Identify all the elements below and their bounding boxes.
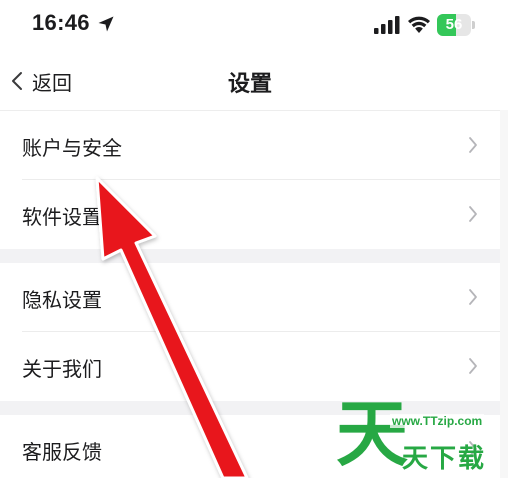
- battery-level-label: 56: [445, 16, 463, 33]
- settings-item-privacy[interactable]: 隐私设置: [0, 263, 500, 332]
- battery-icon: 56: [437, 14, 477, 36]
- wifi-icon: [408, 16, 430, 33]
- settings-item-label: 客服反馈: [22, 440, 102, 464]
- settings-group-privacy: 隐私设置 关于我们: [0, 263, 500, 401]
- watermark-text: 天下载: [402, 444, 487, 474]
- settings-group-account: 账户与安全 软件设置: [0, 111, 500, 249]
- status-bar: 16:46 56: [0, 0, 508, 52]
- watermark-logo-char: 天: [336, 392, 409, 476]
- location-arrow-icon: [98, 16, 114, 32]
- battery-body: 56: [437, 14, 471, 36]
- watermark-url: www.TTzip.com: [390, 414, 485, 428]
- site-watermark: 天 www.TTzip.com 天下载: [330, 392, 508, 478]
- status-time: 16:46: [32, 10, 90, 35]
- navigation-bar: 返回 设置: [0, 52, 508, 111]
- section-divider: [0, 249, 500, 263]
- settings-item-software[interactable]: 软件设置: [0, 180, 500, 249]
- page-title: 设置: [227, 72, 272, 97]
- chevron-right-icon: [469, 289, 477, 305]
- cellular-signal-icon: [374, 16, 400, 34]
- settings-item-label: 关于我们: [22, 357, 102, 381]
- chevron-right-icon: [469, 137, 477, 153]
- chevron-right-icon: [469, 206, 477, 222]
- settings-item-account-security[interactable]: 账户与安全: [0, 111, 500, 180]
- settings-item-label: 账户与安全: [22, 136, 122, 160]
- battery-cap: [472, 21, 475, 29]
- chevron-right-icon: [469, 358, 477, 374]
- settings-item-label: 隐私设置: [22, 288, 102, 312]
- settings-item-label: 软件设置: [22, 205, 102, 229]
- settings-item-about-us[interactable]: 关于我们: [0, 332, 500, 401]
